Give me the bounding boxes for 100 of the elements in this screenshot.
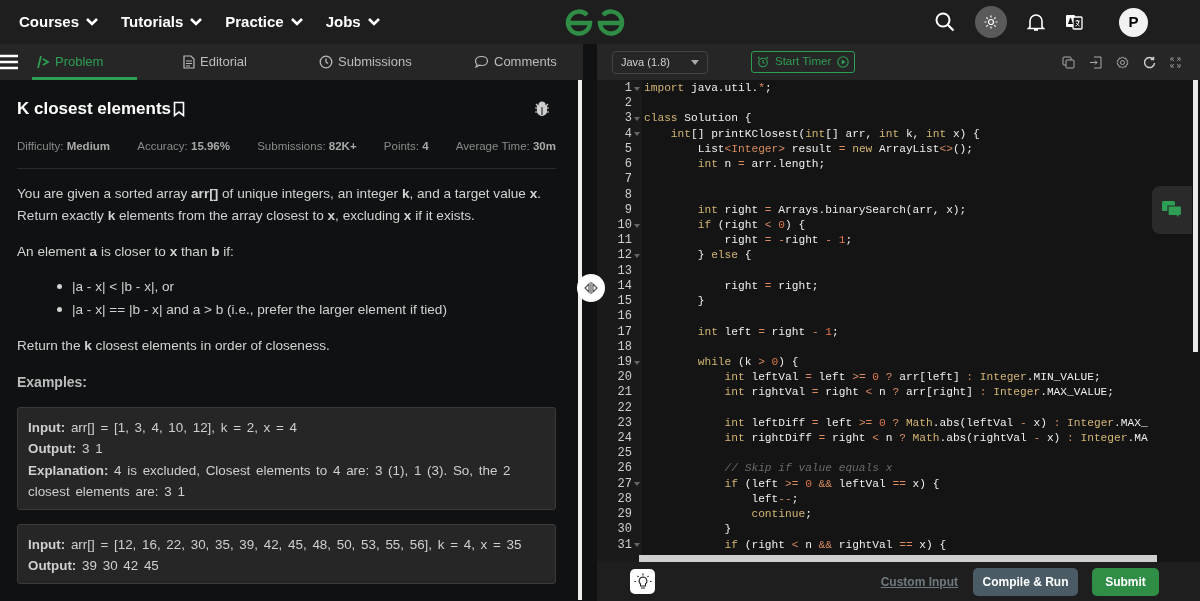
chevron-down-icon (189, 17, 204, 27)
code-line: import java.util.*; (644, 82, 772, 94)
scrollbar-thumb[interactable] (1193, 80, 1198, 352)
code-icon (36, 55, 50, 69)
meta-stat: Submissions: 82K+ (257, 138, 357, 154)
code-line: if (left >= 0 && leftVal == x) { (723, 477, 940, 490)
fold-caret-icon[interactable] (634, 223, 640, 228)
line-number: 13 (617, 263, 632, 279)
code-line: List<Integer> result = new ArrayList<>(); (696, 142, 974, 155)
start-timer-button[interactable]: Start Timer (751, 51, 856, 73)
line-number: 12 (617, 248, 632, 264)
line-number: 17 (617, 324, 632, 340)
chat-icon (474, 55, 489, 69)
line-number: 16 (617, 309, 632, 325)
line-number: 4 (624, 126, 632, 142)
fold-caret-icon[interactable] (634, 117, 640, 122)
fold-caret-icon[interactable] (634, 482, 640, 487)
sign-in-icon[interactable] (1089, 55, 1102, 69)
alarm-clock-icon (757, 56, 769, 68)
example-line: Output: 3 1 (28, 440, 104, 459)
line-number: 27 (617, 476, 632, 492)
bell-icon[interactable] (1027, 12, 1045, 32)
code-line: if (right < n && rightVal == x) { (723, 538, 947, 551)
line-number: 18 (617, 339, 632, 355)
language-dropdown[interactable]: Java (1.8) (612, 50, 708, 74)
line-number: 19 (617, 354, 632, 371)
reset-icon[interactable] (1143, 55, 1156, 69)
scrollbar-thumb[interactable] (639, 555, 1157, 562)
chevron-down-icon (85, 17, 100, 27)
line-number: 2 (624, 96, 632, 112)
line-number: 28 (617, 491, 632, 508)
translate-icon[interactable] (1065, 13, 1083, 31)
tab[interactable]: Editorial (183, 44, 273, 80)
example-line: Input: arr[] = [1, 3, 4, 10, 12], k = 2, x = 4 (28, 418, 298, 437)
chevron-down-icon (366, 17, 381, 27)
code-line: int[] printKClosest(int[] arr, int k, int x) { (669, 127, 980, 140)
code-line: left--; (750, 492, 799, 505)
section-heading: Examples: (17, 372, 89, 392)
code-line: class Solution { (644, 112, 752, 125)
code-line: } else { (696, 249, 752, 262)
resize-icon (584, 282, 598, 294)
chevron-down-icon (289, 17, 304, 27)
custom-input-link[interactable]: Custom Input (880, 572, 958, 591)
line-number: 25 (617, 446, 632, 462)
theme-toggle-button[interactable] (975, 6, 1007, 38)
line-number: 21 (617, 385, 632, 401)
paragraph: You are given a sorted array arr[] of unique integers, an integer k, and a target value x. Return exactly k elements from the array closest to x, excluding x if it exists. (17, 184, 542, 225)
clock-icon (319, 55, 333, 69)
play-icon (837, 56, 850, 68)
tab[interactable]: Submissions (319, 44, 434, 80)
line-number: 23 (617, 415, 632, 432)
nav-menu[interactable]: Practice (225, 10, 304, 34)
bug-icon[interactable] (534, 100, 550, 117)
settings-icon[interactable] (1116, 55, 1129, 69)
line-number: 10 (617, 217, 632, 234)
example-line: Output: 39 30 42 45 (28, 557, 160, 576)
code-line: int rightDiff = right < n ? Math.abs(rightVal - x) : Integer.MA (723, 432, 1148, 445)
line-number: 1 (624, 81, 632, 97)
chat-button[interactable] (1152, 186, 1192, 234)
code-line: int n = arr.length; (696, 158, 826, 171)
code-line: } (696, 295, 705, 308)
line-number: 8 (624, 187, 632, 203)
meta-stat: Points: 4 (383, 138, 429, 154)
logo-icon[interactable] (565, 8, 625, 36)
example-line: Input: arr[] = [12, 16, 22, 30, 35, 39, 42, 45, 48, 50, 53, 55, 56], k = 4, x = 35 (28, 535, 523, 554)
code-line: right = right; (723, 279, 819, 292)
example-line: Explanation: 4 is excluded, Closest elements to 4 are: 3 (1), 1 (3). So, the 2 closest elements are: 3 1 (28, 461, 512, 502)
fold-caret-icon[interactable] (634, 132, 640, 137)
code-line: int rightVal = right < n ? arr[right] : Integer.MAX_VALUE; (723, 386, 1115, 399)
copy-icon[interactable] (1062, 55, 1075, 69)
compile-run-button[interactable]: Compile & Run (973, 567, 1078, 596)
line-number: 20 (617, 370, 632, 386)
fullscreen-icon[interactable] (1170, 56, 1181, 68)
nav-menu[interactable]: Tutorials (121, 10, 204, 34)
line-number: 5 (624, 141, 632, 158)
tab[interactable]: Comments (474, 44, 574, 80)
list-item: |a - x| == |b - x| and a > b (i.e., prefer the larger element if tied) (72, 300, 447, 319)
code-line: int leftDiff = left >= 0 ? Math.abs(leftVal - x) : Integer.MAX_ (723, 416, 1148, 429)
caret-icon (691, 59, 699, 65)
line-number: 31 (617, 537, 632, 553)
nav-menu[interactable]: Courses (19, 10, 100, 34)
code-line: int left = right - 1; (696, 325, 839, 338)
submit-button[interactable]: Submit (1092, 567, 1159, 596)
line-number: 6 (624, 157, 632, 173)
code-line: if (right < 0) { (696, 218, 806, 231)
nav-menu[interactable]: Jobs (325, 10, 381, 34)
fold-caret-icon[interactable] (634, 254, 640, 258)
tab[interactable]: Problem (32, 44, 137, 80)
hint-button[interactable] (630, 569, 655, 594)
avatar[interactable]: P (1119, 7, 1148, 37)
menu-icon[interactable] (0, 54, 18, 70)
bookmark-icon[interactable] (173, 100, 185, 117)
fold-caret-icon[interactable] (634, 86, 640, 91)
code-line: // Skip if value equals x (723, 462, 893, 475)
paragraph: An element a is closer to x than b if: (17, 242, 235, 261)
code-line: int leftVal = left >= 0 ? arr[left] : Integer.MIN_VALUE; (723, 371, 1101, 384)
fold-caret-icon[interactable] (634, 543, 640, 548)
line-number: 9 (624, 202, 632, 218)
search-icon[interactable] (935, 12, 955, 32)
fold-caret-icon[interactable] (634, 360, 640, 365)
